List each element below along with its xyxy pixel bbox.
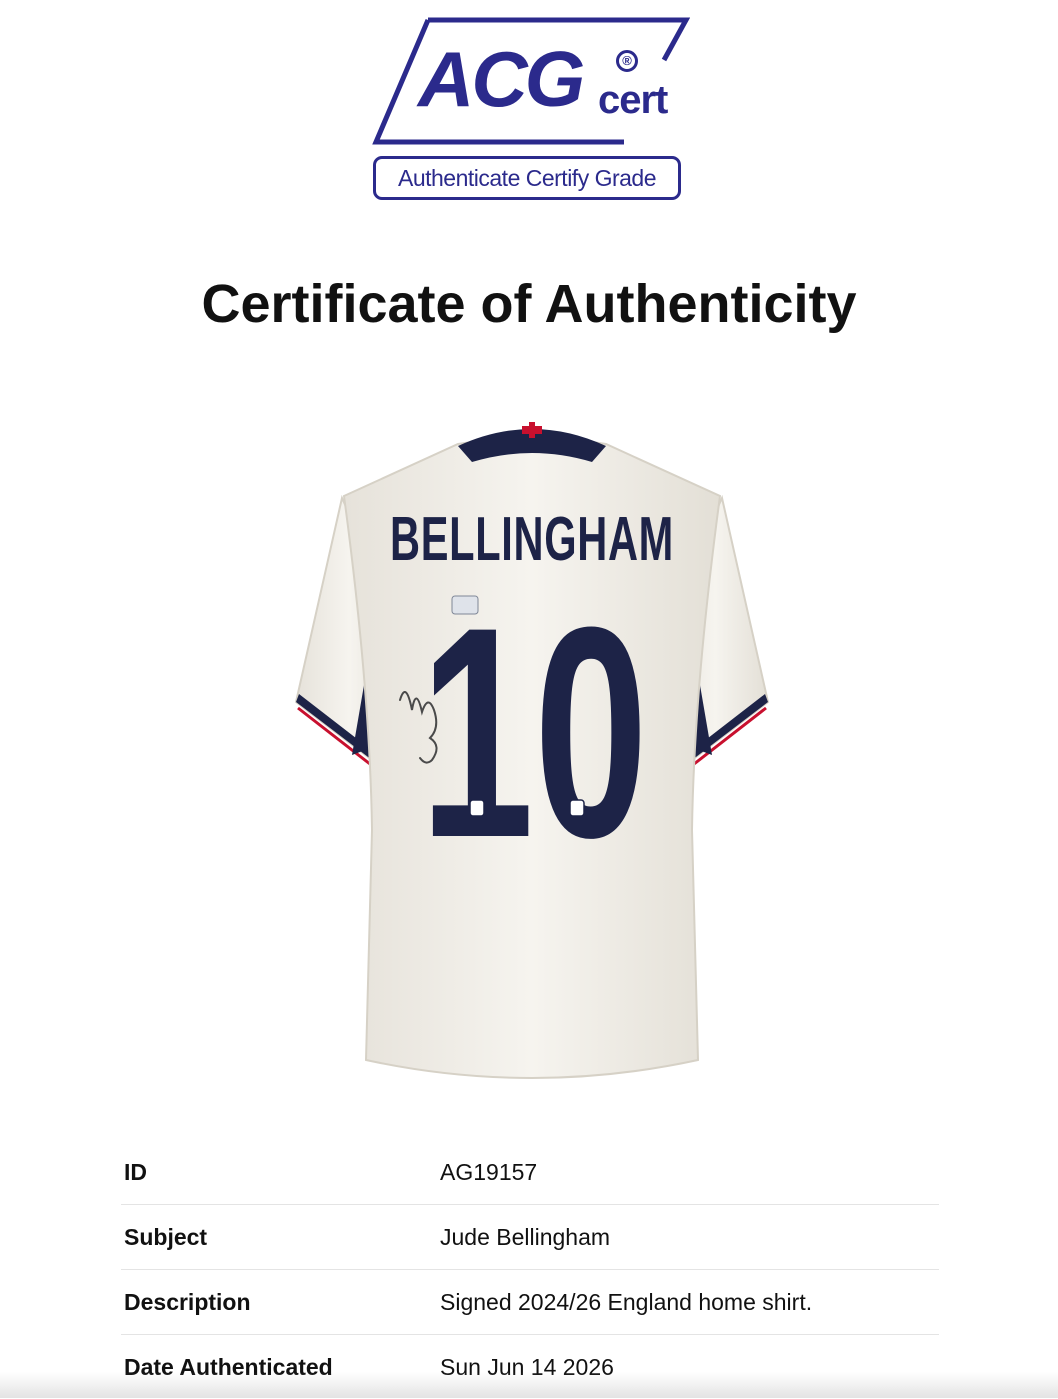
logo-wordmark: ACG (418, 40, 582, 118)
registered-mark: ® (616, 50, 638, 72)
detail-value: AG19157 (440, 1140, 939, 1205)
logo-tagline: Authenticate Certify Grade (373, 156, 681, 200)
detail-value: Jude Bellingham (440, 1205, 939, 1270)
acg-cert-logo: ACG ® cert Authenticate Certify Grade (370, 14, 690, 206)
crest-icon (470, 800, 484, 816)
certificate-details-table: ID AG19157 Subject Jude Bellingham Descr… (121, 1140, 939, 1399)
detail-label: Date Authenticated (121, 1335, 440, 1399)
detail-label: Subject (121, 1205, 440, 1270)
logo-suffix: cert (598, 80, 667, 120)
signed-shirt-image: BELLINGHAM 10 (282, 410, 782, 1100)
detail-label: Description (121, 1270, 440, 1335)
detail-row-date-authenticated: Date Authenticated Sun Jun 14 2026 (121, 1335, 939, 1399)
detail-value: Signed 2024/26 England home shirt. (440, 1270, 939, 1335)
detail-row-id: ID AG19157 (121, 1140, 939, 1205)
detail-row-subject: Subject Jude Bellingham (121, 1205, 939, 1270)
detail-label: ID (121, 1140, 440, 1205)
crest-icon (570, 800, 584, 816)
detail-value: Sun Jun 14 2026 (440, 1335, 939, 1399)
hologram-sticker-icon (452, 596, 478, 614)
detail-row-description: Description Signed 2024/26 England home … (121, 1270, 939, 1335)
page-title: Certificate of Authenticity (0, 272, 1058, 337)
